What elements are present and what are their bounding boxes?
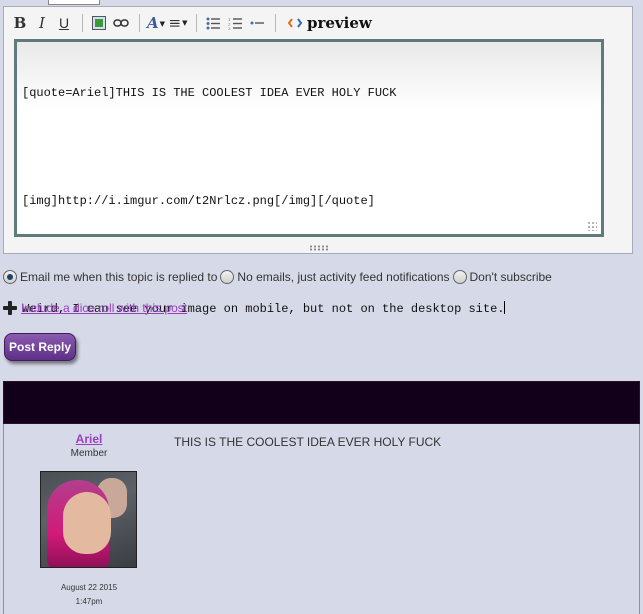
underline-button[interactable]: U [54, 13, 74, 33]
toolbar-divider [139, 14, 140, 32]
post-reply-button[interactable]: Post Reply [4, 333, 76, 361]
radio-label: No emails, just activity feed notificati… [237, 270, 450, 284]
bold-button[interactable]: B [10, 13, 30, 33]
horizontal-rule-icon[interactable] [247, 13, 267, 33]
editor-resize-handle[interactable] [309, 245, 329, 251]
svg-text:3: 3 [228, 26, 231, 30]
post-content: THIS IS THE COOLEST IDEA EVER HOLY FUCK [174, 435, 442, 449]
post-header-band [3, 381, 640, 424]
font-color-icon: A [146, 14, 159, 32]
radio-dont-subscribe[interactable] [452, 270, 467, 284]
chevron-down-icon: ▼ [182, 19, 188, 27]
dice-roll-link[interactable]: Include a dice roll with this post [21, 301, 187, 315]
text-caret [504, 301, 506, 314]
post: Ariel Member August 22 2015 1:47pm THIS … [3, 424, 640, 614]
editor: B I U A ▼ ≡ ▼ 123 preview [quote=Ariel]T… [3, 6, 633, 316]
message-textarea[interactable]: [quote=Ariel]THIS IS THE COOLEST IDEA EV… [14, 39, 604, 316]
post-time: 1:47pm [75, 597, 103, 606]
align-icon: ≡ [168, 14, 182, 32]
link-icon[interactable] [111, 13, 131, 33]
insert-image-icon[interactable] [89, 13, 109, 33]
preview-button[interactable]: preview [288, 14, 372, 32]
author-rank: Member [70, 448, 108, 459]
toolbar-divider [82, 14, 83, 32]
align-button[interactable]: ≡ ▼ [168, 13, 188, 33]
avatar[interactable] [40, 471, 137, 568]
radio-label: Email me when this topic is replied to [20, 270, 218, 284]
chevron-down-icon: ▼ [159, 18, 166, 28]
post-author: Ariel Member [4, 432, 174, 459]
author-name-link[interactable]: Ariel [4, 432, 174, 446]
textarea-line: [quote=Ariel]THIS IS THE COOLEST IDEA EV… [22, 86, 397, 100]
tab-sliver [48, 0, 100, 5]
preview-icon [288, 18, 302, 28]
avatar-face-shape [63, 492, 111, 554]
radio-email-replies[interactable] [3, 270, 17, 284]
font-color-button[interactable]: A ▼ [146, 13, 166, 33]
plus-icon [3, 301, 17, 315]
editor-toolbar: B I U A ▼ ≡ ▼ 123 preview [4, 7, 632, 39]
radio-activity-feed[interactable] [220, 270, 235, 284]
textarea-line [22, 138, 596, 156]
toolbar-divider [196, 14, 197, 32]
resize-grip-icon[interactable] [587, 221, 597, 231]
dice-roll-row: Include a dice roll with this post [3, 301, 187, 315]
radio-label: Don't subscribe [469, 270, 552, 284]
post-timestamp: August 22 2015 1:47pm [4, 581, 174, 609]
bullet-list-icon[interactable] [203, 13, 223, 33]
italic-button[interactable]: I [32, 13, 52, 33]
toolbar-divider [275, 14, 276, 32]
subscribe-options: Email me when this topic is replied to N… [3, 270, 555, 284]
numbered-list-icon[interactable]: 123 [225, 13, 245, 33]
textarea-line: [img]http://i.imgur.com/t2Nrlcz.png[/img… [22, 194, 375, 208]
post-date: August 22 2015 [60, 583, 118, 592]
preview-label: preview [307, 14, 372, 32]
